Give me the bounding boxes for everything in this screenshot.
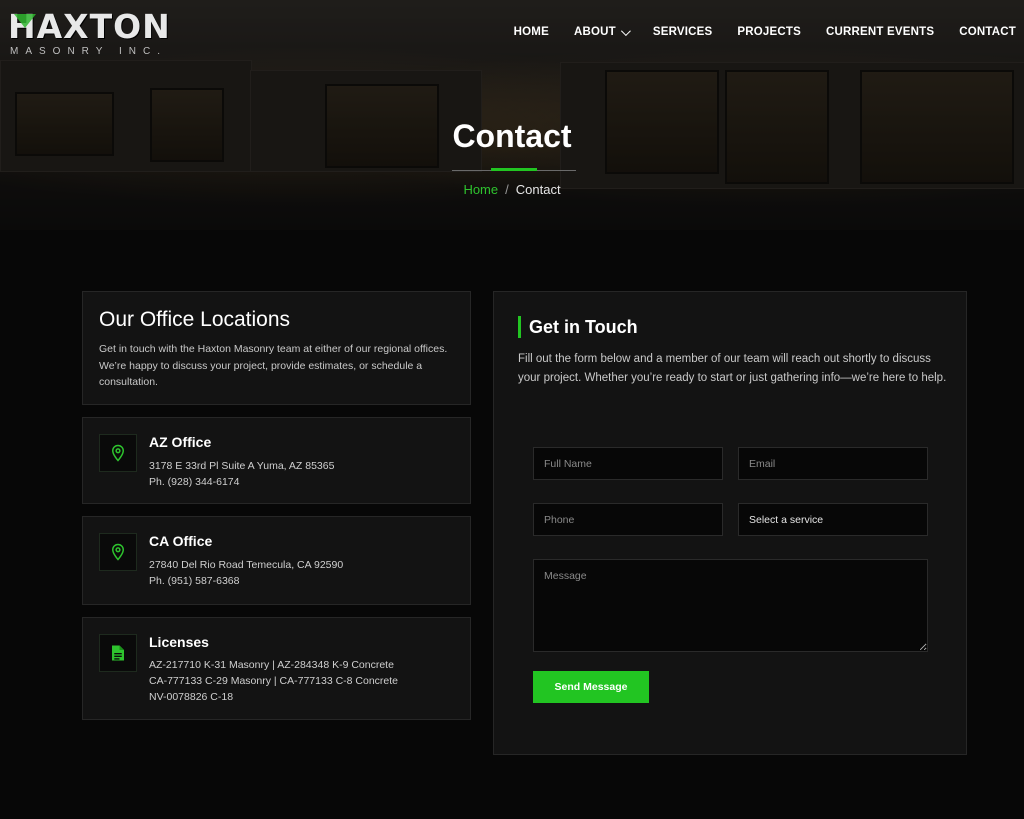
nav-about[interactable]: ABOUT <box>573 25 631 38</box>
nav-services-label: SERVICES <box>652 26 713 38</box>
send-message-button[interactable]: Send Message <box>533 671 649 703</box>
main-nav: HOME ABOUT SERVICES PROJECTS CURRENT EVE… <box>489 25 1016 38</box>
form-title-accent-bar <box>518 316 521 338</box>
document-icon <box>99 634 137 672</box>
form-title: Get in Touch <box>529 317 638 337</box>
contact-form-card: Get in Touch Fill out the form below and… <box>493 291 967 755</box>
haxton-logo[interactable]: HAXTON MASONRY INC. <box>8 10 171 58</box>
breadcrumb: Home / Contact <box>0 182 1024 197</box>
nav-about-label: ABOUT <box>573 26 616 38</box>
nav-contact-label: CONTACT <box>959 26 1016 38</box>
full-name-input[interactable] <box>533 447 723 480</box>
service-select-value: Select a service <box>749 513 824 526</box>
hero-banner: HAXTON MASONRY INC. HOME ABOUT SERVICES … <box>0 0 1024 230</box>
nav-projects-label: PROJECTS <box>737 26 801 38</box>
nav-home-label: HOME <box>513 26 549 38</box>
nav-current-events-label: CURRENT EVENTS <box>826 26 935 38</box>
form-description: Fill out the form below and a member of … <box>518 353 947 384</box>
ca-office-phone: Ph. (951) 587-6368 <box>149 575 240 587</box>
ca-office-address: 27840 Del Rio Road Temecula, CA 92590 <box>149 559 344 571</box>
breadcrumb-current: Contact <box>515 182 561 197</box>
licenses-card: Licenses AZ-217710 K-31 Masonry | AZ-284… <box>82 617 471 720</box>
az-office-phone: Ph. (928) 344-6174 <box>149 476 240 488</box>
logo-chevron-icon <box>14 14 36 28</box>
map-pin-icon <box>99 533 137 571</box>
nav-projects[interactable]: PROJECTS <box>737 26 801 38</box>
breadcrumb-separator: / <box>505 182 509 197</box>
message-textarea[interactable] <box>533 559 928 652</box>
page-title: Contact <box>452 118 572 154</box>
chevron-down-icon <box>620 25 631 36</box>
licenses-heading: Licenses <box>149 634 209 650</box>
phone-input[interactable] <box>533 503 723 536</box>
nav-services[interactable]: SERVICES <box>653 26 713 38</box>
nav-home[interactable]: HOME <box>514 26 549 38</box>
office-locations-intro-card: Our Office Locations Get in touch with t… <box>82 291 471 405</box>
az-office-name: AZ Office <box>149 434 212 450</box>
az-office-address: 3178 E 33rd Pl Suite A Yuma, AZ 85365 <box>149 460 335 472</box>
logo-tagline: MASONRY INC. <box>10 46 167 57</box>
ca-office-name: CA Office <box>149 533 213 549</box>
license-line: AZ-217710 K-31 Masonry | AZ-284348 K-9 C… <box>149 659 394 671</box>
email-input[interactable] <box>738 447 928 480</box>
service-select[interactable]: Select a service <box>738 503 928 536</box>
breadcrumb-home-link[interactable]: Home <box>463 182 498 197</box>
title-divider-accent <box>491 168 537 171</box>
license-line: NV-0078826 C-18 <box>149 691 234 703</box>
az-office-card: AZ Office 3178 E 33rd Pl Suite A Yuma, A… <box>82 417 471 504</box>
office-locations-heading: Our Office Locations <box>99 308 291 331</box>
map-pin-icon <box>99 434 137 472</box>
nav-current-events[interactable]: CURRENT EVENTS <box>826 26 934 38</box>
license-line: CA-777133 C-29 Masonry | CA-777133 C-8 C… <box>149 675 399 687</box>
nav-contact[interactable]: CONTACT <box>959 26 1016 38</box>
office-locations-intro-text: Get in touch with the Haxton Masonry tea… <box>99 343 448 388</box>
ca-office-card: CA Office 27840 Del Rio Road Temecula, C… <box>82 516 471 605</box>
